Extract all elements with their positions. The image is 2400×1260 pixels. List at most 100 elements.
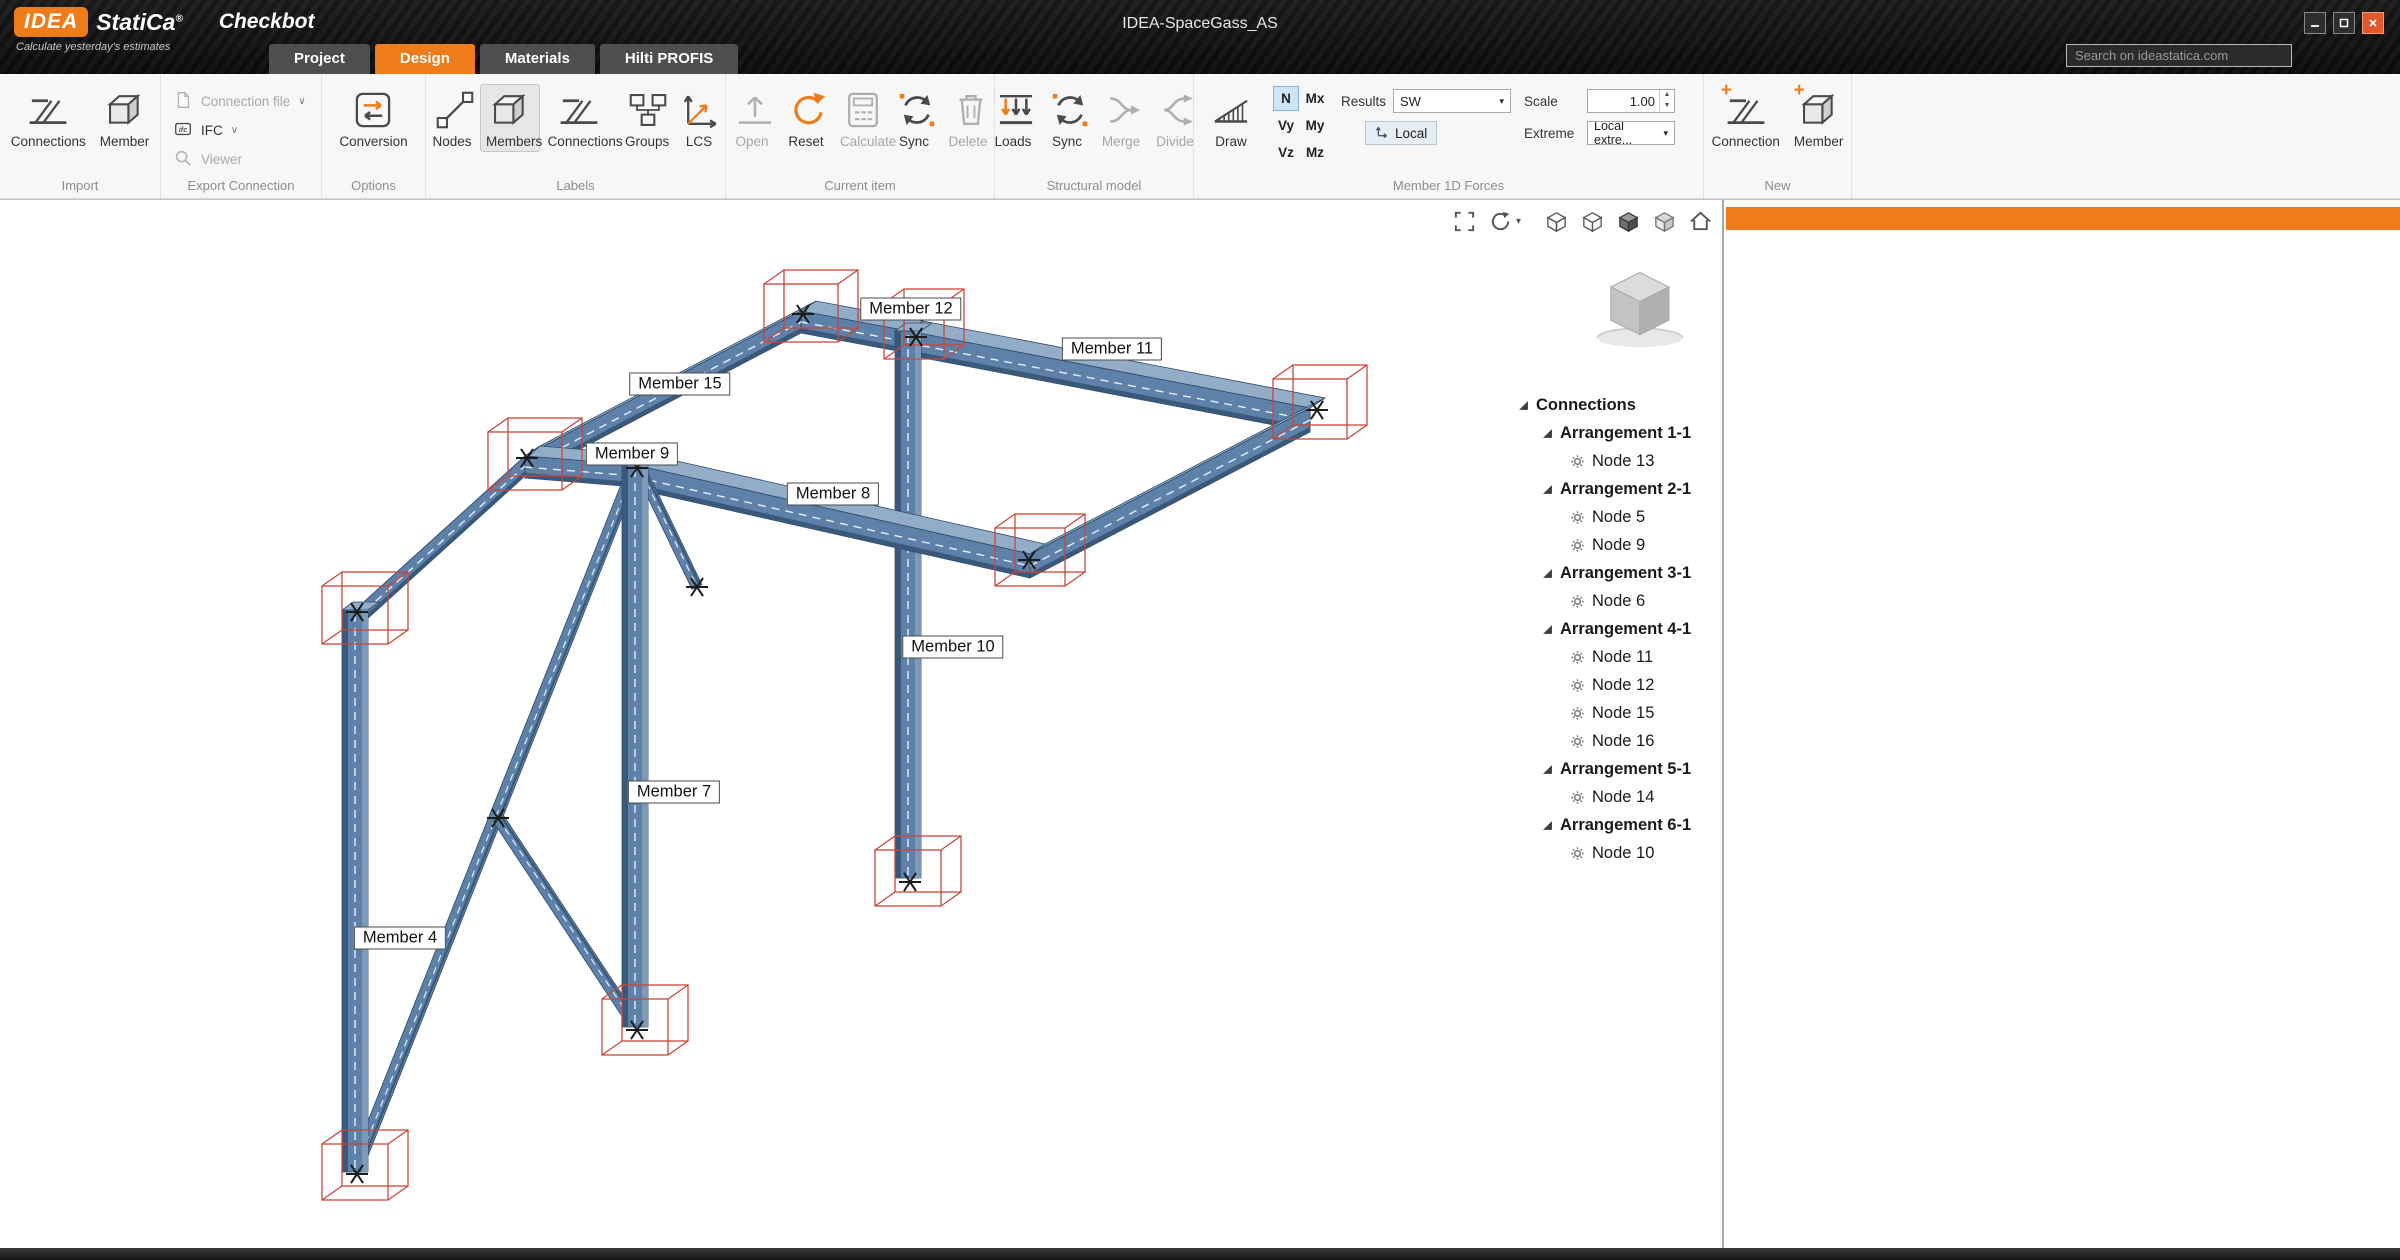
brace-member[interactable] [493,815,638,1026]
tree-item-arrangement-2-1[interactable]: Arrangement 2-1 [1516,475,1722,503]
force-toggle-mz[interactable]: Mz [1302,140,1328,165]
tab-project[interactable]: Project [269,44,370,74]
hidden-line-view-button[interactable] [1580,209,1605,234]
tree-expander-icon[interactable] [1542,764,1553,775]
draw-forces-button[interactable]: Draw [1202,84,1260,167]
maximize-button[interactable] [2333,12,2355,34]
reset-item-button[interactable]: Reset [780,84,832,152]
labels-lcs-button[interactable]: LCS [673,84,725,152]
tree-item-arrangement-5-1[interactable]: Arrangement 5-1 [1516,755,1722,783]
loads-button[interactable]: Loads [987,84,1039,152]
member-label-member-10[interactable]: Member 10 [902,636,1003,659]
member-import-button[interactable]: Member [94,84,156,152]
tree-expander-icon[interactable] [1518,400,1529,411]
force-toggle-n[interactable]: N [1273,86,1299,111]
member-label-member-8[interactable]: Member 8 [787,483,879,506]
labels-nodes-button[interactable]: Nodes [426,84,478,152]
orbit-view-button[interactable]: ▾ [1488,209,1521,234]
member-label-member-15[interactable]: Member 15 [629,373,730,396]
minimize-button[interactable] [2304,12,2326,34]
home-view-button[interactable] [1688,209,1713,234]
shaded-view-button[interactable] [1616,209,1641,234]
tree-item-label: Node 13 [1592,452,1654,471]
tree-item-node-12[interactable]: Node 12 [1516,671,1722,699]
member-label-member-9[interactable]: Member 9 [586,443,678,466]
connections-icon: + [1723,87,1769,133]
connection-node-icon [1570,734,1585,749]
tree-item-node-11[interactable]: Node 11 [1516,643,1722,671]
search-input[interactable] [2066,44,2292,67]
tree-item-label: Node 10 [1592,844,1654,863]
tree-item-label: Node 14 [1592,788,1654,807]
force-toggle-mx[interactable]: Mx [1302,86,1328,111]
results-row: ResultsSW▾ [1341,89,1511,113]
member-beam[interactable] [1030,398,1325,578]
tree-item-arrangement-6-1[interactable]: Arrangement 6-1 [1516,811,1722,839]
member-member-10[interactable] [895,323,932,878]
force-toggle-my[interactable]: My [1302,113,1328,138]
tree-item-connections-root[interactable]: Connections [1516,391,1722,419]
member-member-4[interactable] [342,602,379,1172]
close-button[interactable] [2362,12,2384,34]
new-connection-button[interactable]: +Connection [1706,84,1786,152]
tree-item-label: Node 6 [1592,592,1645,611]
member-member-7[interactable] [622,457,659,1027]
results-dropdown[interactable]: SW▾ [1393,89,1511,113]
tree-item-node-16[interactable]: Node 16 [1516,727,1722,755]
connections-import-button[interactable]: Connections [5,84,92,152]
labels-groups-button[interactable]: Groups [619,84,671,152]
connection-node-icon [1570,846,1585,861]
scale-input[interactable]: 1.00▲▼ [1587,89,1675,113]
spinner-down-icon[interactable]: ▼ [1660,101,1674,112]
tree-item-node-15[interactable]: Node 15 [1516,699,1722,727]
labels-members-button[interactable]: Members [480,84,540,152]
navigation-cube[interactable] [1586,258,1700,361]
member-label-member-7[interactable]: Member 7 [628,781,720,804]
tab-design[interactable]: Design [375,44,475,74]
model-canvas[interactable] [0,200,1722,1248]
button-label: Conversion [339,134,407,149]
tree-item-node-10[interactable]: Node 10 [1516,839,1722,867]
conversion-button[interactable]: Conversion [333,84,413,152]
connection-node-icon [1570,790,1585,805]
member-label-member-4[interactable]: Member 4 [354,927,446,950]
chevron-down-icon[interactable]: ▾ [1516,216,1521,227]
wireframe-view-button[interactable] [1544,209,1569,234]
fit-view-button[interactable] [1452,209,1477,234]
tree-item-arrangement-1-1[interactable]: Arrangement 1-1 [1516,419,1722,447]
member-member-8[interactable] [635,455,1045,578]
tree-item-node-13[interactable]: Node 13 [1516,447,1722,475]
tree-expander-icon[interactable] [1542,484,1553,495]
scale-spinner[interactable]: ▲▼ [1659,90,1674,112]
force-toggle-vz[interactable]: Vz [1273,140,1299,165]
member-beam[interactable] [355,446,540,630]
force-toggle-vy[interactable]: Vy [1273,113,1299,138]
sync-model-button[interactable]: Sync [1041,84,1093,152]
tree-expander-icon[interactable] [1542,568,1553,579]
ribbon-group-export-connection: Connection file∨ifcIFC∨ViewerExport Conn… [161,74,322,198]
tree-item-node-5[interactable]: Node 5 [1516,503,1722,531]
spinner-up-icon[interactable]: ▲ [1660,90,1674,101]
tree-item-arrangement-3-1[interactable]: Arrangement 3-1 [1516,559,1722,587]
tree-expander-icon[interactable] [1542,428,1553,439]
member-label-member-11[interactable]: Member 11 [1062,338,1162,361]
extreme-dropdown[interactable]: Local extre...▾ [1587,121,1675,145]
viewport-3d[interactable]: Member 12 Member 11 Member 15 Member 9 Membe… [0,200,1722,1248]
ifc-export-button[interactable]: ifcIFC∨ [161,116,321,145]
button-label: Loads [995,134,1032,149]
labels-connections-button[interactable]: Connections [542,84,617,152]
tree-item-node-14[interactable]: Node 14 [1516,783,1722,811]
tab-hilti-profis[interactable]: Hilti PROFIS [600,44,738,74]
tab-materials[interactable]: Materials [480,44,595,74]
button-label: Nodes [432,134,471,149]
tree-item-node-9[interactable]: Node 9 [1516,531,1722,559]
tree-expander-icon[interactable] [1542,820,1553,831]
member-label-member-12[interactable]: Member 12 [860,298,961,321]
tree-item-node-6[interactable]: Node 6 [1516,587,1722,615]
transparent-view-button[interactable] [1652,209,1677,234]
local-toggle-button[interactable]: Local [1365,121,1437,145]
tree-item-arrangement-4-1[interactable]: Arrangement 4-1 [1516,615,1722,643]
local-row: Local [1341,121,1511,145]
new-member-button[interactable]: +Member [1788,84,1850,152]
tree-expander-icon[interactable] [1542,624,1553,635]
